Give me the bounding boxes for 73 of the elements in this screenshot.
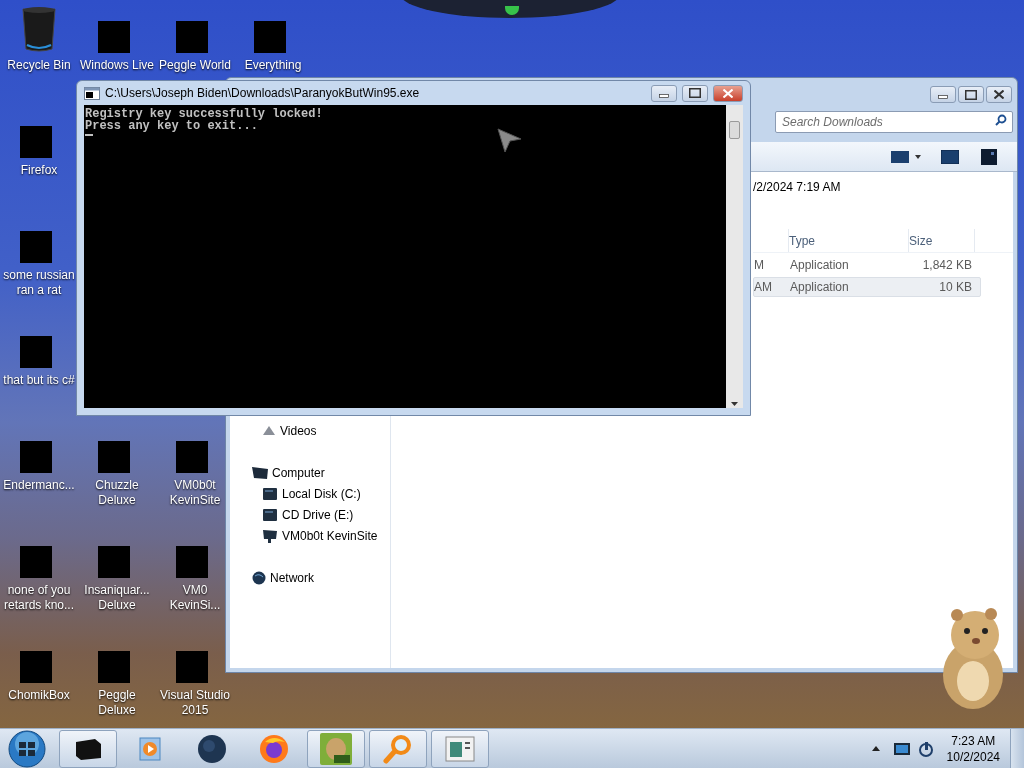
console-line: Press any key to exit... xyxy=(85,120,259,132)
desktop-icon-label[interactable]: Visual Studio 2015 xyxy=(157,688,233,718)
scrollbar[interactable] xyxy=(726,105,743,408)
maximize-button[interactable] xyxy=(958,86,984,103)
computer-icon xyxy=(252,465,268,480)
scroll-thumb[interactable] xyxy=(729,121,740,139)
desktop-icon-label[interactable]: Recycle Bin xyxy=(7,58,71,73)
globe-icon xyxy=(252,570,266,585)
desktop-icon-label[interactable]: Firefox xyxy=(20,163,58,178)
nav-item[interactable]: Network xyxy=(230,567,390,588)
magnifier-icon xyxy=(383,733,413,764)
view-options-icon xyxy=(891,150,923,163)
globe-icon xyxy=(197,733,227,764)
minimize-button[interactable] xyxy=(930,86,956,103)
date-modified-text: /2/2024 7:19 AM xyxy=(753,179,842,194)
desktop-icon-label[interactable]: Peggle Deluxe xyxy=(79,688,155,718)
mouse-pointer-icon xyxy=(497,128,523,154)
start-button[interactable] xyxy=(7,729,47,768)
close-button[interactable] xyxy=(986,86,1012,103)
column-header[interactable]: Type xyxy=(789,229,909,252)
desktop-icon-label[interactable]: Peggle World xyxy=(159,58,231,73)
help-icon xyxy=(981,148,997,165)
desktop-icon-label[interactable]: Endermanc... xyxy=(3,478,75,493)
text-cursor xyxy=(85,134,93,136)
taskbar-button[interactable] xyxy=(307,729,365,768)
clock-date[interactable]: 10/2/2024 xyxy=(946,748,1000,765)
videos-icon xyxy=(262,424,276,437)
maximize-button[interactable] xyxy=(682,84,708,102)
search-icon xyxy=(995,114,1007,126)
gadget-icon xyxy=(505,6,519,15)
scroll-down-icon xyxy=(731,402,738,406)
clock-time[interactable]: 7:23 AM xyxy=(951,732,996,749)
maximize-icon xyxy=(965,89,977,100)
desktop-icon-label[interactable]: VM0 KevinSi... xyxy=(163,583,227,613)
desktop-icon-label[interactable]: some russian ran a rat xyxy=(1,268,77,298)
hamster-icon xyxy=(320,732,352,765)
close-icon xyxy=(994,90,1004,99)
maximize-icon xyxy=(689,88,701,98)
nav-item[interactable]: Computer xyxy=(230,462,390,483)
desktop-icon-label[interactable]: ChomikBox xyxy=(8,688,70,703)
firefox-icon xyxy=(259,733,289,764)
desktop-icon-label[interactable]: Windows Live xyxy=(80,58,154,73)
media-player-icon xyxy=(139,736,161,761)
drive-icon xyxy=(262,486,278,501)
drive-icon xyxy=(262,507,278,522)
preview-pane-icon xyxy=(941,149,959,164)
desktop-icon-label[interactable]: Everything xyxy=(244,58,302,73)
minimize-button[interactable] xyxy=(651,84,677,102)
nav-item[interactable]: VM0b0t KevinSite xyxy=(230,525,390,546)
minimize-icon xyxy=(659,93,669,98)
search-field[interactable]: Search Downloads xyxy=(775,111,1013,133)
window-icon xyxy=(445,735,475,762)
nav-item[interactable]: Videos xyxy=(230,420,390,441)
console-line: Registry key successfully locked! xyxy=(85,108,324,120)
monitor-icon xyxy=(893,742,910,755)
desktop-icon-label[interactable]: VM0b0t KevinSite xyxy=(163,478,227,508)
show-hidden-icons-icon xyxy=(871,746,880,751)
desktop-icon-label[interactable]: Chuzzle Deluxe xyxy=(79,478,155,508)
desktop-icon-label[interactable]: that but its c# xyxy=(3,373,75,388)
minimize-icon xyxy=(938,95,948,99)
close-button[interactable] xyxy=(713,84,743,102)
taskbar-button[interactable] xyxy=(59,729,117,768)
nav-item[interactable]: CD Drive (E:) xyxy=(230,504,390,525)
close-icon xyxy=(723,88,733,98)
window-title: C:\Users\Joseph Biden\Downloads\ParanyokButWin95.exe xyxy=(105,85,421,102)
desktop-icon-label[interactable]: none of you retards kno... xyxy=(1,583,77,613)
column-header[interactable]: Size xyxy=(909,229,975,252)
desktop-icon-label[interactable]: Insaniquar... Deluxe xyxy=(79,583,155,613)
nav-item[interactable]: Local Disk (C:) xyxy=(230,483,390,504)
file-row[interactable]: M Application 1,842 KB xyxy=(753,255,981,275)
file-row[interactable]: AM Application 10 KB xyxy=(753,277,981,297)
network-drive-icon xyxy=(262,528,278,543)
console-icon xyxy=(84,86,100,100)
